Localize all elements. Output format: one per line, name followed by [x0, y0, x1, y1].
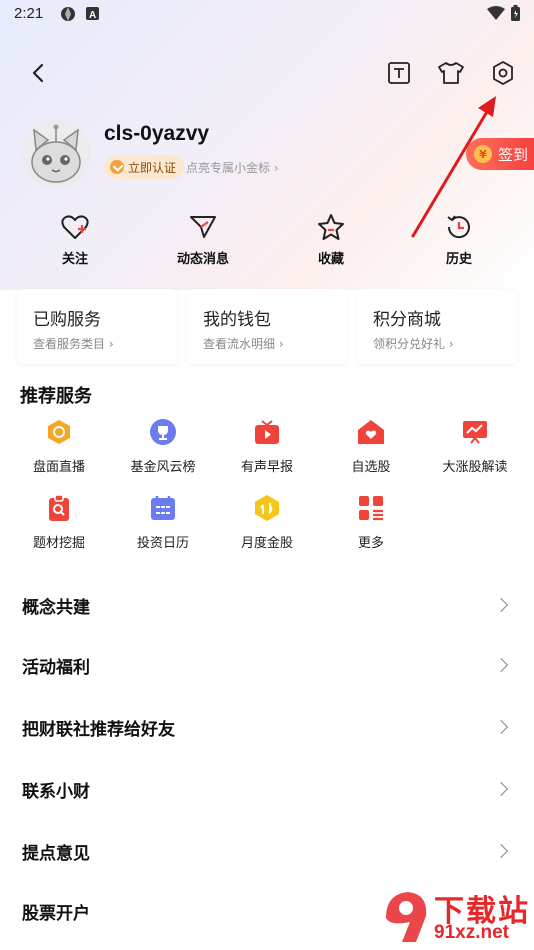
verified-check-icon	[110, 160, 124, 174]
chevron-right-icon	[493, 657, 509, 673]
watermark-bottom-text: 91xz.net	[434, 922, 509, 943]
service-fund-ranking[interactable]: 基金风云榜	[113, 416, 213, 475]
service-monthly-gold-stocks[interactable]: 月度金股	[217, 492, 317, 551]
service-top-gainers[interactable]: 大涨股解读	[425, 416, 525, 475]
chevron-right-icon	[493, 843, 509, 859]
text-mode-button[interactable]	[384, 58, 414, 88]
watermark: 下载站 91xz.net	[380, 886, 534, 950]
calendar-icon	[147, 492, 179, 524]
star-icon	[314, 210, 348, 244]
recommended-title: 推荐服务	[20, 386, 92, 407]
watermark-logo-icon	[386, 892, 427, 942]
chevron-right-icon: ›	[108, 337, 114, 351]
username: cls-0yazvy	[104, 122, 210, 145]
service-theme-mining[interactable]: 题材挖掘	[9, 492, 109, 551]
clipboard-search-icon	[43, 492, 75, 524]
chevron-right-icon: ›	[273, 161, 279, 175]
avatar[interactable]	[22, 120, 90, 188]
history-clock-icon	[442, 210, 476, 244]
card-points-mall[interactable]: 积分商城 领积分兑好礼 ›	[357, 289, 517, 364]
quick-action-follow[interactable]: 关注	[30, 210, 120, 267]
chevron-right-icon	[493, 781, 509, 797]
gold-hexagon-icon	[251, 492, 283, 524]
tshirt-icon	[438, 62, 464, 84]
card-purchased-services[interactable]: 已购服务 查看服务类目 ›	[17, 289, 177, 364]
menu-item-recommend-friends[interactable]: 把财联社推荐给好友	[0, 696, 534, 758]
back-button[interactable]	[24, 58, 52, 88]
text-box-icon	[388, 62, 410, 84]
menu-item-feedback[interactable]: 提点意见	[0, 820, 534, 882]
verify-badge[interactable]: 立即认证	[104, 155, 185, 179]
gear-hexagon-icon	[493, 61, 513, 85]
service-watchlist[interactable]: 自选股	[321, 416, 421, 475]
chevron-right-icon: ›	[278, 337, 284, 351]
trend-screen-icon	[459, 416, 491, 448]
tv-play-icon	[251, 416, 283, 448]
verify-label: 立即认证	[128, 160, 177, 175]
heart-house-icon	[355, 416, 387, 448]
card-wallet[interactable]: 我的钱包 查看流水明细 ›	[187, 289, 347, 364]
service-more[interactable]: 更多	[321, 492, 421, 551]
status-bar: 2:21 A	[0, 0, 534, 28]
aperture-icon	[60, 6, 76, 26]
paper-plane-icon	[186, 210, 220, 244]
menu-item-activities[interactable]: 活动福利	[0, 634, 534, 696]
quick-action-favorites[interactable]: 收藏	[286, 210, 376, 267]
coin-icon: ¥	[474, 145, 492, 163]
battery-icon	[511, 5, 520, 25]
cat-avatar-icon	[22, 120, 90, 188]
theme-skin-button[interactable]	[436, 58, 466, 88]
status-time: 2:21	[14, 5, 44, 22]
chevron-left-icon	[32, 63, 44, 83]
service-investment-calendar[interactable]: 投资日历	[113, 492, 213, 551]
heart-plus-icon	[58, 210, 92, 244]
trophy-icon	[147, 416, 179, 448]
chevron-right-icon: ›	[448, 337, 454, 351]
grid-more-icon	[355, 492, 387, 524]
menu-item-contact[interactable]: 联系小财	[0, 758, 534, 820]
notification-a-icon: A	[86, 7, 99, 24]
menu-item-concept-build[interactable]: 概念共建	[0, 574, 534, 636]
quick-action-history[interactable]: 历史	[414, 210, 504, 267]
svg-text:A: A	[89, 10, 96, 20]
gold-hint-text: 点亮专属小金标	[186, 161, 271, 175]
live-board-icon	[43, 416, 75, 448]
wifi-icon	[487, 6, 505, 24]
gold-badge-link[interactable]: 点亮专属小金标 ›	[186, 159, 279, 176]
chevron-right-icon	[493, 719, 509, 735]
service-live-board[interactable]: 盘面直播	[9, 416, 109, 475]
chevron-right-icon	[493, 597, 509, 613]
checkin-button[interactable]: ¥ 签到	[466, 138, 534, 170]
settings-button[interactable]	[488, 58, 518, 88]
service-audio-briefing[interactable]: 有声早报	[217, 416, 317, 475]
checkin-label: 签到	[498, 145, 529, 164]
quick-action-messages[interactable]: 动态消息	[158, 210, 248, 267]
